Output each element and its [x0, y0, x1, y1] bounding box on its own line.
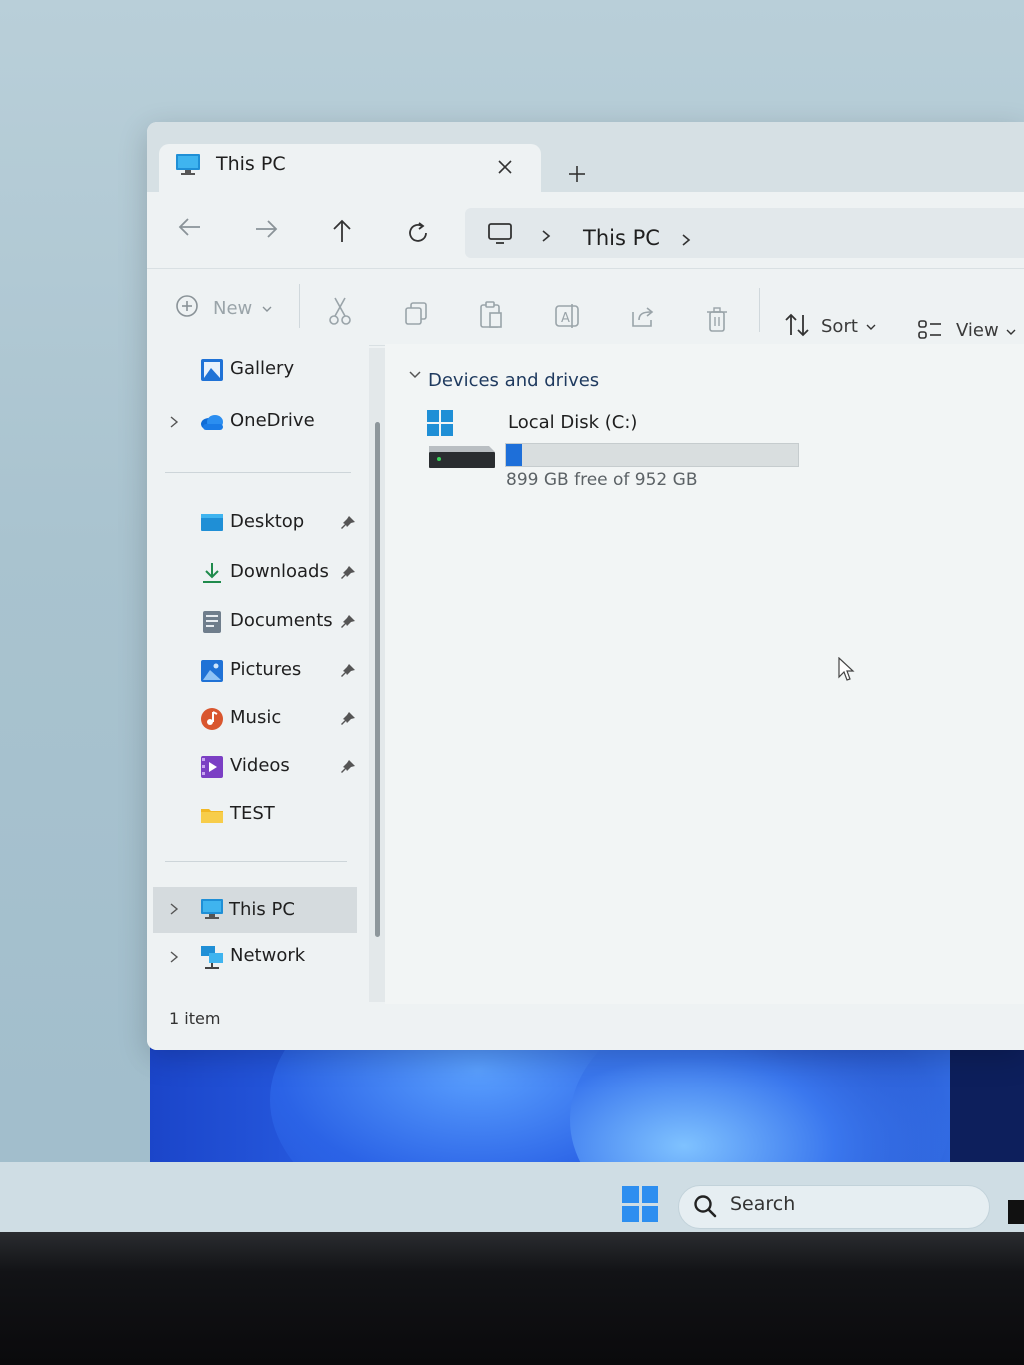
item-count: 1 item: [169, 1009, 221, 1028]
new-plus-circle-icon[interactable]: [175, 294, 199, 318]
nav-item-pictures[interactable]: Pictures: [147, 651, 369, 691]
taskbar-search-box[interactable]: [678, 1185, 990, 1229]
view-button[interactable]: View: [956, 320, 999, 341]
monitor-icon: [201, 899, 223, 919]
chevron-right-icon[interactable]: [169, 950, 179, 964]
breadcrumb-this-pc[interactable]: This PC: [583, 226, 660, 250]
group-header-devices[interactable]: Devices and drives: [428, 370, 599, 391]
wallpaper-shadow: [950, 1030, 1024, 1180]
music-icon: [201, 708, 223, 730]
new-button[interactable]: New: [213, 298, 252, 319]
rename-icon[interactable]: A: [553, 302, 581, 330]
command-bar: [147, 268, 1024, 346]
wallpaper-swirl: [570, 1030, 950, 1180]
sort-button[interactable]: Sort: [821, 316, 858, 337]
drive-free-space: 899 GB free of 952 GB: [506, 470, 698, 490]
nav-divider: [165, 472, 351, 473]
copy-icon[interactable]: [403, 300, 429, 326]
paste-icon[interactable]: [478, 300, 504, 330]
nav-item-videos[interactable]: Videos: [147, 747, 369, 787]
gallery-icon: [201, 359, 223, 381]
up-arrow-icon[interactable]: [329, 218, 355, 244]
forward-arrow-icon[interactable]: [253, 216, 279, 242]
nav-item-label: Documents: [230, 610, 333, 631]
view-layout-icon[interactable]: [917, 318, 943, 342]
pin-icon[interactable]: [340, 565, 356, 581]
nav-item-documents[interactable]: Documents: [147, 602, 369, 642]
nav-item-onedrive[interactable]: OneDrive: [147, 402, 369, 442]
pictures-icon: [201, 660, 223, 682]
nav-item-label: TEST: [230, 803, 275, 824]
chevron-right-icon[interactable]: [169, 902, 179, 916]
network-icon: [201, 946, 223, 969]
monitor-bezel: [0, 1232, 1024, 1365]
chevron-right-icon[interactable]: [540, 229, 552, 243]
download-arrow-icon: [203, 563, 221, 583]
drive-usage-bar: [505, 443, 799, 467]
onedrive-cloud-icon: [201, 415, 223, 430]
nav-item-test[interactable]: TEST: [147, 795, 369, 835]
nav-item-label: Network: [230, 945, 306, 966]
new-tab-plus-icon[interactable]: [567, 164, 587, 184]
nav-item-label: Pictures: [230, 659, 302, 680]
back-arrow-icon[interactable]: [177, 214, 203, 240]
sort-arrows-icon[interactable]: [783, 312, 811, 338]
tab-title: This PC: [216, 153, 286, 175]
scrollbar-thumb[interactable]: [375, 422, 380, 937]
nav-item-desktop[interactable]: Desktop: [147, 503, 369, 543]
chevron-down-icon[interactable]: [409, 370, 421, 380]
documents-icon: [203, 611, 221, 633]
yellow-folder-icon: [201, 809, 223, 823]
nav-divider: [165, 861, 347, 862]
svg-text:A: A: [561, 311, 570, 326]
refresh-icon[interactable]: [405, 220, 431, 246]
status-bar: [147, 1004, 1024, 1050]
local-disk-drive-icon[interactable]: [427, 410, 497, 470]
toolbar-divider: [759, 288, 760, 332]
close-icon[interactable]: [497, 159, 513, 175]
nav-item-downloads[interactable]: Downloads: [147, 553, 369, 593]
monitor-outline-icon: [488, 223, 512, 244]
taskbar-search-label: Search: [730, 1193, 796, 1215]
nav-item-label: Desktop: [230, 511, 305, 532]
drive-name[interactable]: Local Disk (C:): [508, 412, 637, 433]
toolbar-divider: [299, 284, 300, 328]
drive-usage-fill: [506, 444, 523, 466]
share-icon[interactable]: [629, 304, 657, 330]
windows-start-icon[interactable]: [622, 1186, 658, 1222]
taskbar-app-icon[interactable]: [1008, 1200, 1024, 1224]
nav-item-label: This PC: [229, 899, 295, 920]
nav-item-label: Gallery: [230, 358, 295, 379]
nav-item-network[interactable]: Network: [147, 937, 369, 977]
nav-item-label: OneDrive: [230, 410, 315, 431]
nav-item-label: Music: [230, 707, 282, 728]
file-explorer-window: This PC This PC New A Sort View Gallery …: [147, 122, 1024, 1050]
cut-icon[interactable]: [327, 296, 353, 326]
pin-icon[interactable]: [340, 614, 356, 630]
chevron-right-icon[interactable]: [680, 233, 692, 247]
pin-icon[interactable]: [340, 711, 356, 727]
search-icon: [694, 1195, 717, 1218]
monitor-icon: [176, 154, 200, 175]
delete-icon[interactable]: [705, 306, 729, 334]
chevron-right-icon[interactable]: [169, 415, 179, 429]
mouse-pointer-icon: [838, 657, 855, 681]
desktop-folder-icon: [201, 514, 223, 531]
nav-item-gallery[interactable]: Gallery: [147, 350, 369, 390]
pin-icon[interactable]: [340, 759, 356, 775]
nav-item-label: Downloads: [230, 561, 329, 582]
chevron-down-icon: [262, 306, 272, 312]
videos-icon: [201, 756, 223, 778]
pin-icon[interactable]: [340, 663, 356, 679]
nav-item-label: Videos: [230, 755, 290, 776]
pin-icon[interactable]: [340, 515, 356, 531]
chevron-down-icon: [866, 324, 876, 330]
desktop-wallpaper: [150, 1030, 1024, 1180]
nav-item-music[interactable]: Music: [147, 699, 369, 739]
chevron-down-icon: [1006, 329, 1016, 335]
nav-item-this-pc[interactable]: This PC: [153, 887, 357, 933]
